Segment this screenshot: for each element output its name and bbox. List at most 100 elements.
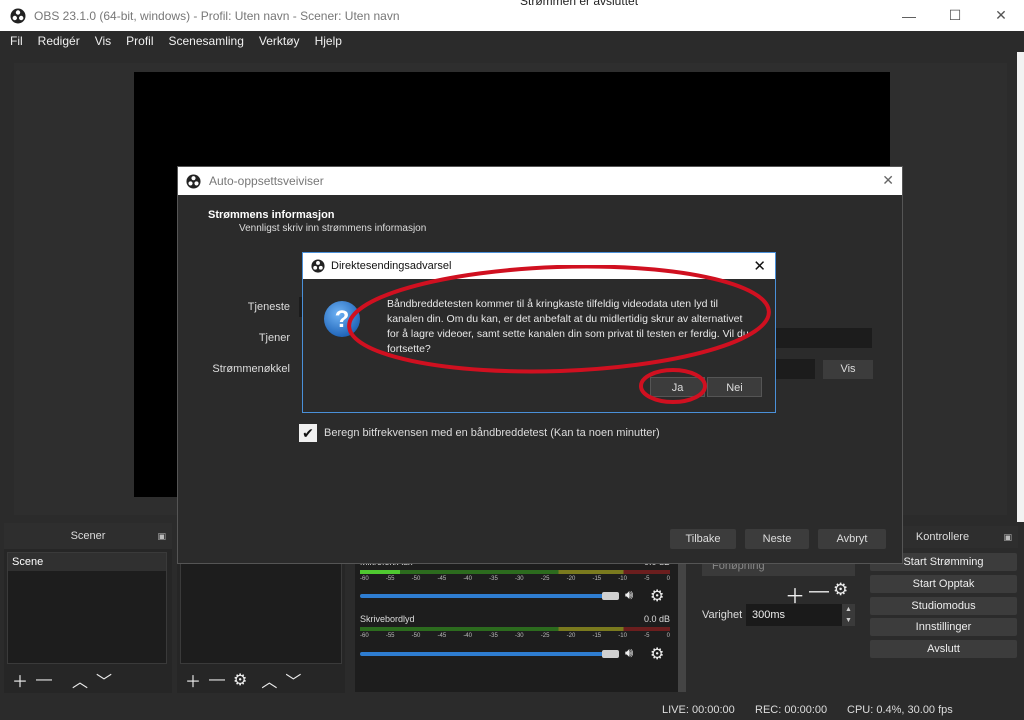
stream-key-label: Strømmenøkkel bbox=[212, 363, 290, 375]
sources-list bbox=[180, 552, 342, 664]
add-source-icon[interactable]: ＋ bbox=[185, 668, 201, 692]
scene-item[interactable]: Scene bbox=[8, 553, 166, 571]
tick: -45 bbox=[437, 576, 447, 582]
tick: -15 bbox=[592, 576, 602, 582]
bandwidth-test-checkbox[interactable]: ✔ bbox=[299, 424, 317, 442]
tick: -20 bbox=[566, 576, 576, 582]
scene-toolbar: ＋ — ︿ ﹀ bbox=[12, 668, 112, 692]
tick: -50 bbox=[411, 576, 421, 582]
tick: -20 bbox=[566, 633, 576, 639]
annotation-overlay bbox=[347, 265, 771, 404]
gear-icon[interactable]: ⚙ bbox=[650, 586, 664, 606]
volume-meter bbox=[360, 627, 670, 631]
volume-slider[interactable] bbox=[360, 594, 618, 598]
controls-dock-title: Kontrollere bbox=[915, 531, 970, 543]
wizard-titlebar: Auto-oppsettsveiviser ✕ bbox=[178, 167, 902, 195]
mixer-scrollbar[interactable] bbox=[678, 556, 686, 692]
tick: -50 bbox=[411, 633, 421, 639]
menu-tools[interactable]: Verktøy bbox=[259, 34, 300, 48]
move-up-icon[interactable]: ︿ bbox=[72, 668, 88, 692]
server-label: Tjener bbox=[258, 332, 290, 344]
volume-meter-level bbox=[360, 570, 400, 574]
annotation-ellipse-message bbox=[347, 265, 771, 374]
volume-meter bbox=[360, 570, 670, 574]
cancel-button[interactable]: Avbryt bbox=[818, 529, 886, 549]
bandwidth-test-label: Beregn bitfrekvensen med en båndbreddete… bbox=[324, 427, 660, 439]
tick: -40 bbox=[463, 633, 472, 639]
tick: -60 bbox=[360, 633, 369, 639]
tick: -40 bbox=[463, 576, 472, 582]
scenes-dock-header: Scener ▣ bbox=[4, 523, 172, 549]
tick: -55 bbox=[385, 576, 395, 582]
remove-source-icon[interactable]: — bbox=[209, 671, 225, 689]
live-status: LIVE: 00:00:00 bbox=[662, 704, 735, 716]
close-icon[interactable]: ✕ bbox=[882, 172, 894, 189]
speaker-icon[interactable]: 🔊︎ bbox=[625, 587, 633, 603]
float-dock-icon[interactable]: ▣ bbox=[1003, 532, 1012, 543]
sources-toolbar: ＋ — ⚙ ︿ ﹀ bbox=[185, 668, 301, 692]
menu-view[interactable]: Vis bbox=[95, 34, 111, 48]
tick: -5 bbox=[644, 576, 650, 582]
wizard-subheading: Vennligst skriv inn strømmens informasjo… bbox=[239, 223, 427, 234]
menu-scene-collection[interactable]: Scenesamling bbox=[169, 34, 244, 48]
minimize-icon: — bbox=[902, 7, 916, 24]
back-button[interactable]: Tilbake bbox=[670, 529, 736, 549]
volume-slider[interactable] bbox=[360, 652, 618, 656]
obs-logo-icon bbox=[186, 173, 201, 189]
menu-bar: Fil Redigér Vis Profil Scenesamling Verk… bbox=[0, 31, 1024, 51]
tick: -25 bbox=[540, 633, 550, 639]
settings-button[interactable]: Innstillinger bbox=[870, 618, 1017, 636]
studio-mode-button[interactable]: Studiomodus bbox=[870, 597, 1017, 615]
meter-scale: -60 -55 -50 -45 -40 -35 -30 -25 -20 -15 -10 -5 0 bbox=[360, 576, 670, 582]
exit-button[interactable]: Avslutt bbox=[870, 640, 1017, 658]
move-down-icon[interactable]: ﹀ bbox=[96, 668, 112, 692]
duration-spinner[interactable]: ▲ ▼ bbox=[842, 604, 855, 626]
volume-slider-handle[interactable] bbox=[602, 650, 619, 658]
tick: -55 bbox=[385, 633, 395, 639]
scenes-dock-title: Scener bbox=[70, 530, 106, 542]
rec-status: REC: 00:00:00 bbox=[755, 704, 828, 716]
add-scene-icon[interactable]: ＋ bbox=[12, 668, 28, 692]
source-settings-icon[interactable]: ⚙ bbox=[233, 670, 247, 690]
move-up-icon[interactable]: ︿ bbox=[261, 668, 277, 692]
float-dock-icon[interactable]: ▣ bbox=[157, 531, 166, 542]
status-bar: LIVE: 00:00:00 REC: 00:00:00 CPU: 0.4%, … bbox=[0, 700, 1024, 720]
tick: 0 bbox=[666, 633, 670, 639]
volume-slider-handle[interactable] bbox=[602, 592, 619, 600]
tick: -25 bbox=[540, 576, 550, 582]
remove-scene-icon[interactable]: — bbox=[36, 671, 52, 689]
tick: -60 bbox=[360, 576, 369, 582]
menu-file[interactable]: Fil bbox=[10, 34, 23, 48]
menu-help[interactable]: Hjelp bbox=[315, 34, 342, 48]
start-recording-button[interactable]: Start Opptak bbox=[870, 575, 1017, 593]
show-key-button[interactable]: Vis bbox=[823, 360, 873, 379]
menu-edit[interactable]: Redigér bbox=[38, 34, 80, 48]
meter-scale: -60 -55 -50 -45 -40 -35 -30 -25 -20 -15 -10 -5 0 bbox=[360, 633, 670, 639]
obs-logo-icon bbox=[311, 259, 325, 273]
annotation-ellipse-yes bbox=[639, 368, 707, 404]
menu-profile[interactable]: Profil bbox=[126, 34, 153, 48]
next-button[interactable]: Neste bbox=[745, 529, 809, 549]
tick: -30 bbox=[514, 576, 524, 582]
maximize-button[interactable]: ☐ bbox=[932, 0, 978, 31]
scene-list: Scene bbox=[7, 552, 167, 664]
speaker-icon[interactable]: 🔊︎ bbox=[625, 645, 633, 661]
tick: -10 bbox=[618, 633, 627, 639]
tick: -45 bbox=[437, 633, 447, 639]
tick: -30 bbox=[514, 633, 524, 639]
minimize-button[interactable]: — bbox=[886, 0, 932, 31]
tick: 0 bbox=[666, 576, 670, 582]
wizard-heading: Strømmens informasjon bbox=[208, 209, 335, 221]
background-window-title: Strømmen er avsluttet bbox=[520, 0, 639, 8]
move-down-icon[interactable]: ﹀ bbox=[285, 668, 301, 692]
tick: -35 bbox=[489, 576, 498, 582]
window-title: OBS 23.1.0 (64-bit, windows) - Profil: U… bbox=[34, 8, 400, 23]
close-window-button[interactable]: ✕ bbox=[978, 0, 1024, 31]
tick: -15 bbox=[592, 633, 602, 639]
gear-icon[interactable]: ⚙ bbox=[650, 644, 664, 664]
track-db: 0.0 dB bbox=[643, 614, 670, 624]
duration-input[interactable]: 300ms bbox=[746, 604, 842, 626]
duration-label: Varighet bbox=[702, 609, 743, 621]
wizard-title: Auto-oppsettsveiviser bbox=[209, 174, 324, 188]
track-name: Skrivebordlyd bbox=[360, 614, 415, 624]
